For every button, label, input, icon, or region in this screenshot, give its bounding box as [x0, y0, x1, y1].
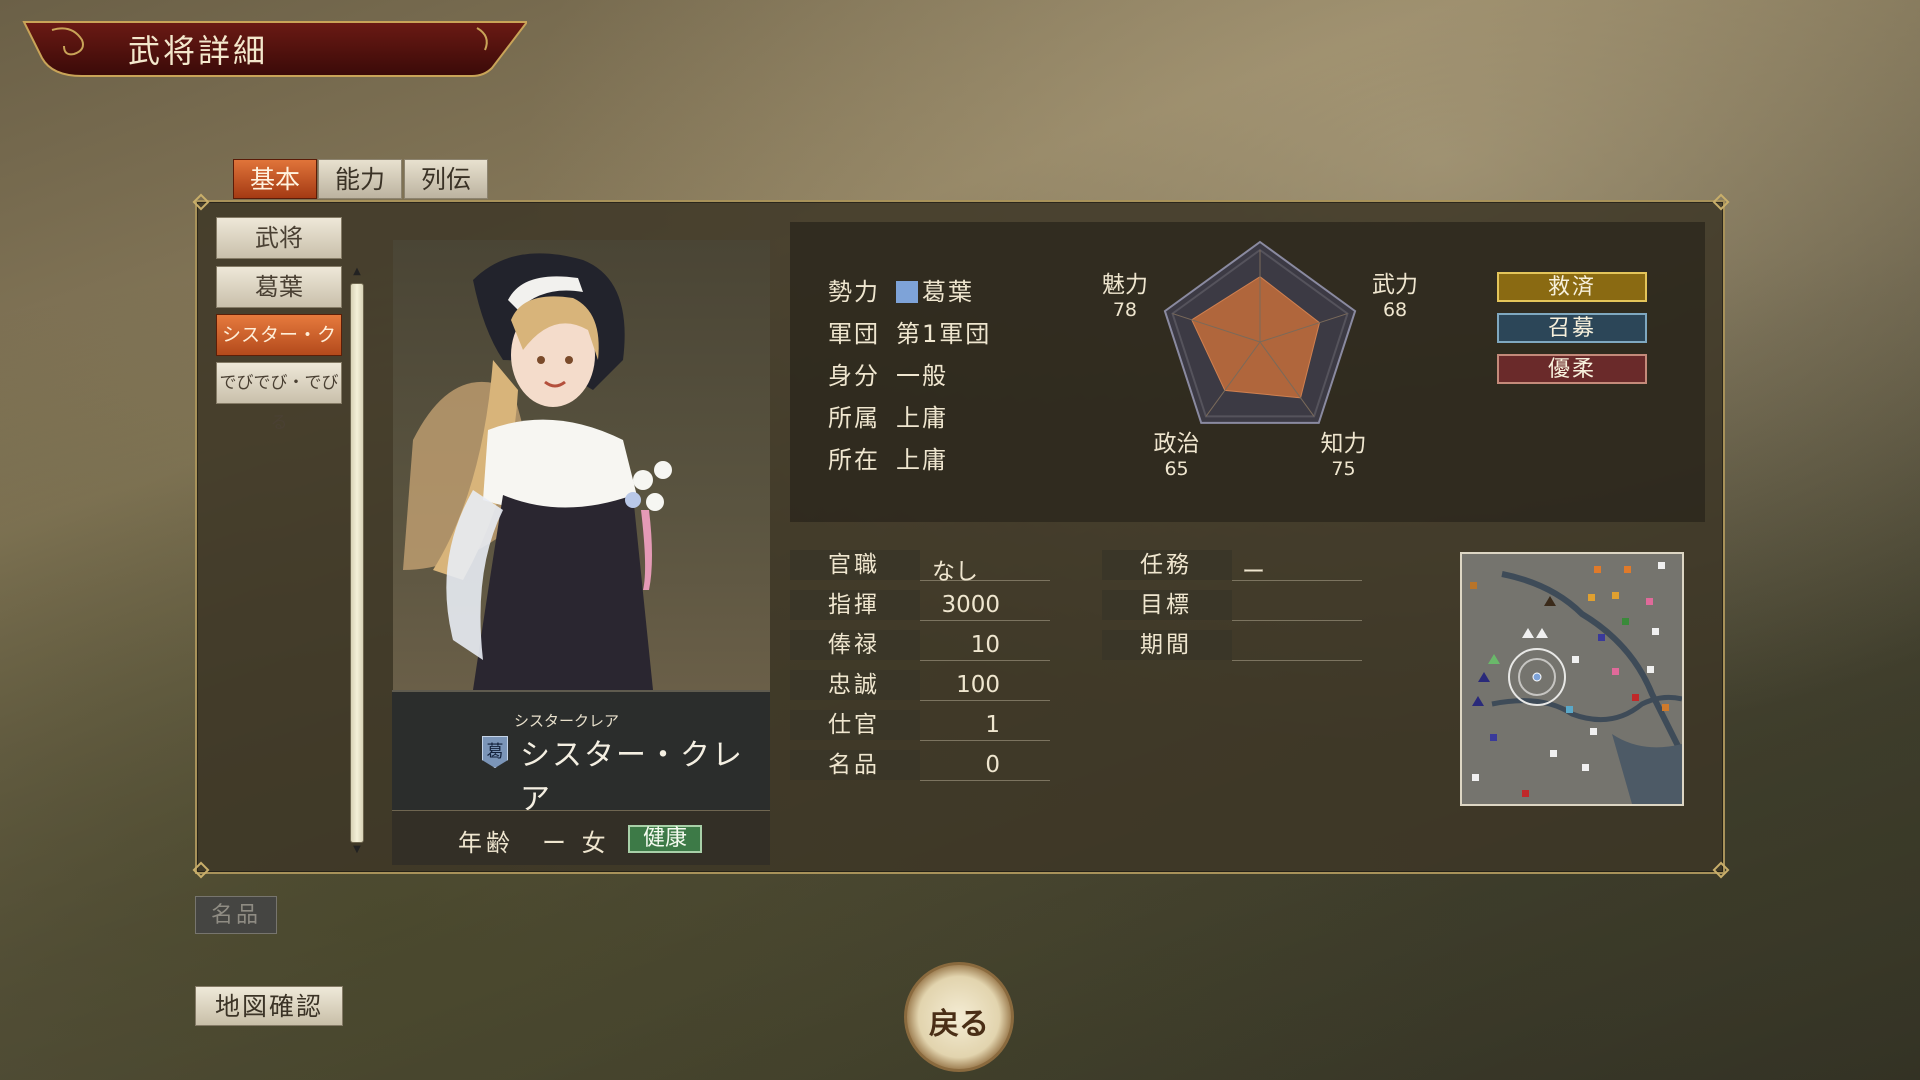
stat-underline	[920, 660, 1050, 661]
name-plate: シスタークレア 葛 シスター・クレア	[392, 690, 770, 817]
info-key: 勢力	[828, 278, 880, 306]
stat-value: 10	[970, 632, 1000, 658]
stat-label: 官職	[790, 550, 920, 580]
ability-radar-chart: 統率71武力68知力75政治65魅力78	[1102, 222, 1418, 480]
health-badge: 健康	[628, 825, 702, 853]
age-gender: 年齢 ー 女	[458, 829, 610, 857]
tab-ability[interactable]: 能力	[318, 159, 402, 199]
stat-value: 0	[985, 752, 1000, 778]
title-banner	[22, 21, 527, 77]
stat-value: 1	[985, 712, 1000, 738]
minimap[interactable]	[1460, 552, 1684, 806]
scroll-up-arrow-icon[interactable]: ▲	[350, 266, 364, 277]
info-key: 軍団	[828, 320, 880, 348]
stat-underline	[1232, 660, 1362, 661]
tab-biography[interactable]: 列伝	[404, 159, 488, 199]
screen-title: 武将詳細	[128, 32, 269, 70]
info-key: 所属	[828, 404, 880, 432]
stat-underline	[920, 780, 1050, 781]
side-item-sister-claire[interactable]: シスター・クレア	[216, 314, 342, 386]
radar-axis-label: 武力	[1372, 272, 1418, 298]
map-check-button[interactable]: 地図確認	[195, 986, 343, 1026]
stat-value: なし	[932, 559, 978, 585]
radar-axis-value: 71	[1248, 222, 1272, 223]
info-value: 一般	[896, 362, 948, 390]
name-ruby: シスタークレア	[514, 712, 620, 730]
stat-value: ー	[1242, 559, 1265, 585]
scrollbar[interactable]	[350, 283, 364, 843]
radar-axis-value: 75	[1331, 458, 1355, 480]
info-value: 上庸	[896, 404, 948, 432]
radar-axis-value: 65	[1164, 458, 1188, 480]
stat-value: 100	[956, 672, 1000, 698]
info-value: 上庸	[896, 446, 948, 474]
back-button-label: 戻る	[929, 1007, 989, 1042]
info-key: 所在	[828, 446, 880, 474]
character-name: シスター・クレア	[520, 738, 744, 817]
stat-label: 期間	[1102, 630, 1232, 660]
stat-label: 指揮	[790, 590, 920, 620]
faction-color-square	[896, 281, 918, 303]
info-row-location: 所在 上庸	[828, 440, 948, 475]
stat-label: 忠誠	[790, 670, 920, 700]
info-value: 葛葉	[922, 278, 974, 306]
faction-badge: 葛	[482, 736, 508, 768]
scroll-down-arrow-icon[interactable]: ▼	[350, 844, 364, 855]
back-button[interactable]: 戻る	[904, 962, 1014, 1072]
meihin-button: 名品	[195, 896, 277, 934]
trait-badge-indecisive: 優柔	[1497, 354, 1647, 384]
info-row-corps: 軍団 第1軍団	[828, 314, 991, 349]
radar-axis-value: 68	[1383, 299, 1407, 321]
info-box: 勢力葛葉 軍団第1軍団 身分一般 所属上庸 所在上庸 統率71武力68知力75政…	[790, 222, 1705, 522]
radar-axis-label: 知力	[1320, 431, 1366, 457]
radar-axis-value: 78	[1113, 299, 1137, 321]
stat-underline	[920, 700, 1050, 701]
radar-axis-label: 魅力	[1102, 272, 1148, 298]
stat-underline	[920, 620, 1050, 621]
tab-basic[interactable]: 基本	[233, 159, 317, 199]
stat-underline	[920, 740, 1050, 741]
trait-badge-rescue: 救済	[1497, 272, 1647, 302]
side-item-debidebi-debiru[interactable]: でびでび・でびる	[216, 362, 342, 433]
side-item-officer[interactable]: 武将	[216, 217, 342, 259]
stat-label: 俸禄	[790, 630, 920, 660]
trait-badge-recruit: 召募	[1497, 313, 1647, 343]
radar-axis-label: 政治	[1154, 431, 1200, 457]
side-item-kuzuha[interactable]: 葛葉	[216, 266, 342, 308]
info-row-affiliation: 所属 上庸	[828, 398, 948, 433]
info-key: 身分	[828, 362, 880, 390]
info-row-faction: 勢力 葛葉	[828, 272, 974, 307]
stat-label: 任務	[1102, 550, 1232, 580]
stat-label: 仕官	[790, 710, 920, 740]
stat-label: 目標	[1102, 590, 1232, 620]
age-plate: 年齢 ー 女 健康	[392, 810, 770, 865]
character-portrait	[393, 240, 770, 690]
info-row-status: 身分 一般	[828, 356, 948, 391]
stat-label: 名品	[790, 750, 920, 780]
stat-value: 3000	[941, 592, 1000, 618]
stat-underline	[1232, 620, 1362, 621]
info-value: 第1軍団	[896, 320, 992, 348]
